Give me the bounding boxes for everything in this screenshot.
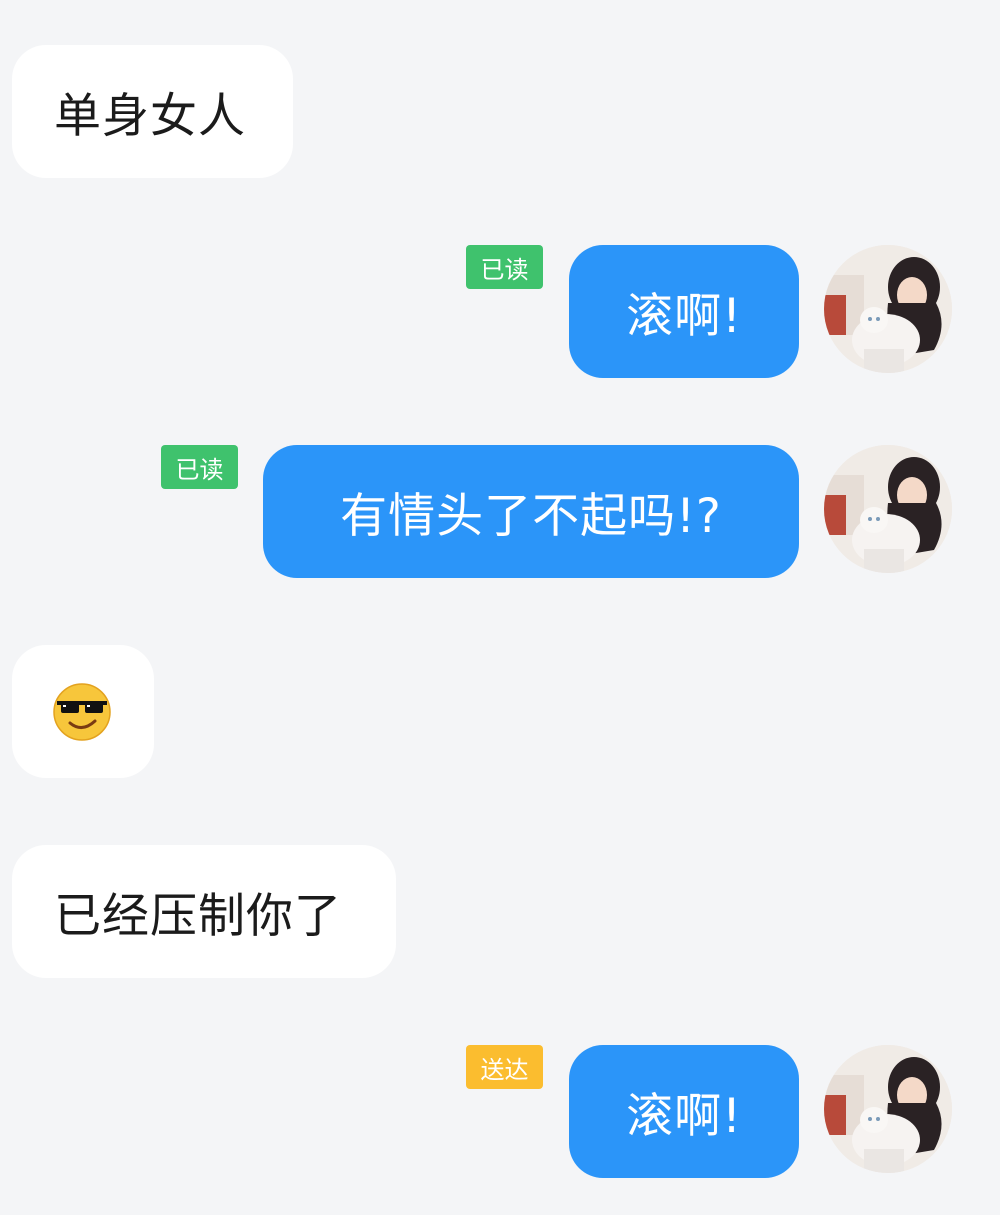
message-text: 滚啊! [626,289,742,344]
sunglasses-smiling-face-emoji-icon [53,682,111,741]
incoming-message-bubble[interactable]: 已经压制你了 [12,845,396,978]
avatar-photo-icon [824,1045,952,1173]
read-status-badge: 已读 [161,445,238,489]
message-text: 滚啊! [626,1089,742,1144]
user-avatar[interactable] [824,245,952,373]
message-text: 有情头了不起吗!? [340,489,722,544]
outgoing-message-bubble[interactable]: 有情头了不起吗!? [263,445,799,578]
incoming-message-bubble[interactable] [12,645,154,778]
avatar-photo-icon [824,245,952,373]
delivered-status-badge: 送达 [466,1045,543,1089]
user-avatar[interactable] [824,1045,952,1173]
avatar-photo-icon [824,445,952,573]
outgoing-message-bubble[interactable]: 滚啊! [569,245,799,378]
outgoing-message-bubble[interactable]: 滚啊! [569,1045,799,1178]
message-text: 单身女人 [54,89,246,144]
message-text: 已经压制你了 [54,889,342,944]
incoming-message-bubble[interactable]: 单身女人 [12,45,293,178]
user-avatar[interactable] [824,445,952,573]
read-status-badge: 已读 [466,245,543,289]
